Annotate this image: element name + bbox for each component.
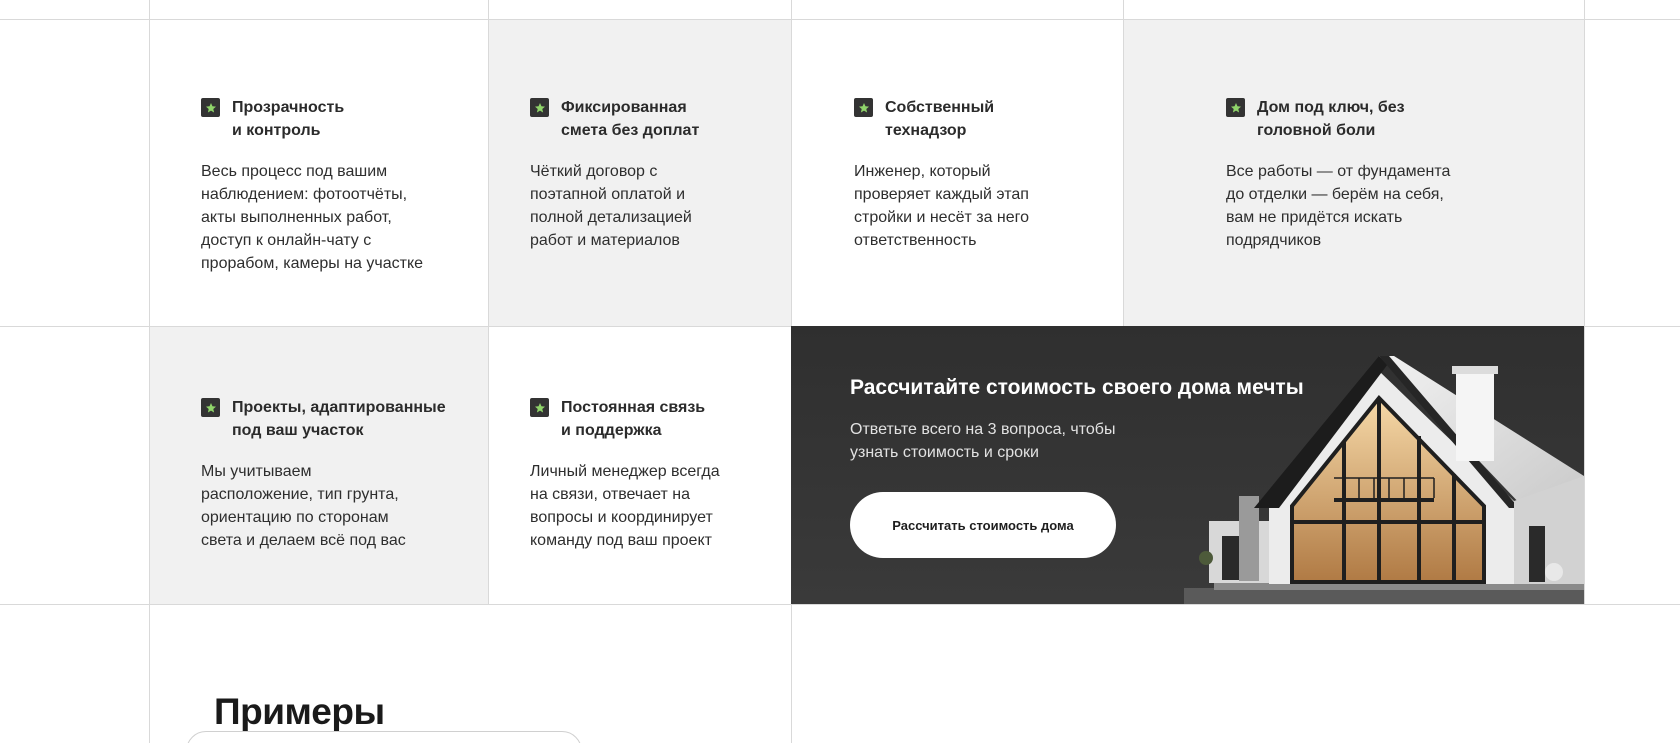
feature-title: Постоянная связь и поддержка [561,399,706,439]
feature-title: Проекты, адаптированные под ваш участок [232,399,446,439]
grid-line [1584,0,1585,604]
star-icon [1226,98,1245,117]
calculate-cost-button[interactable]: Рассчитать стоимость дома [850,492,1116,558]
feature-tech-supervision: Собственный технадзор Инженер, который п… [854,96,1029,252]
cta-subtitle: Ответьте всего на 3 вопроса, чтобы узнат… [850,421,1116,461]
examples-heading: Примеры [214,691,385,732]
star-icon [201,398,220,417]
cta-title: Рассчитайте стоимость своего дома мечты [850,376,1304,399]
star-icon [530,398,549,417]
feature-turnkey: Дом под ключ, без головной боли Все рабо… [1226,96,1450,252]
grid-line [149,0,150,743]
feature-text: Личный менеджер всегда на связи, отвечае… [530,463,720,549]
grid-line [0,19,1680,20]
house-illustration [1184,356,1584,604]
feature-text: Мы учитываем расположение, тип грунта, о… [201,463,406,549]
feature-text: Инженер, который проверяет каждый этап с… [854,163,1030,249]
star-icon [530,98,549,117]
cost-calculator-banner: Рассчитайте стоимость своего дома мечты … [791,326,1584,604]
grid-line [1123,0,1124,326]
feature-title: Фиксированная смета без доплат [561,99,700,139]
feature-text: Весь процесс под вашим наблюдением: фото… [201,163,424,272]
feature-title: Дом под ключ, без головной боли [1257,99,1405,139]
feature-adapted-projects: Проекты, адаптированные под ваш участок … [201,396,446,552]
examples-filter-pill[interactable] [186,731,582,743]
feature-text: Чёткий договор с поэтапной оплатой и пол… [530,163,692,249]
feature-fixed-estimate: Фиксированная смета без доплат Чёткий до… [530,96,699,252]
feature-support: Постоянная связь и поддержка Личный мене… [530,396,720,552]
feature-title: Прозрачность и контроль [232,99,345,139]
feature-title: Собственный технадзор [885,99,995,139]
page: Прозрачность и контроль Весь процесс под… [0,0,1680,743]
grid-line [488,0,489,604]
star-icon [854,98,873,117]
feature-transparency: Прозрачность и контроль Весь процесс под… [201,96,423,275]
star-icon [201,98,220,117]
grid-line [0,604,1680,605]
feature-text: Все работы — от фундамента до отделки — … [1226,163,1451,249]
